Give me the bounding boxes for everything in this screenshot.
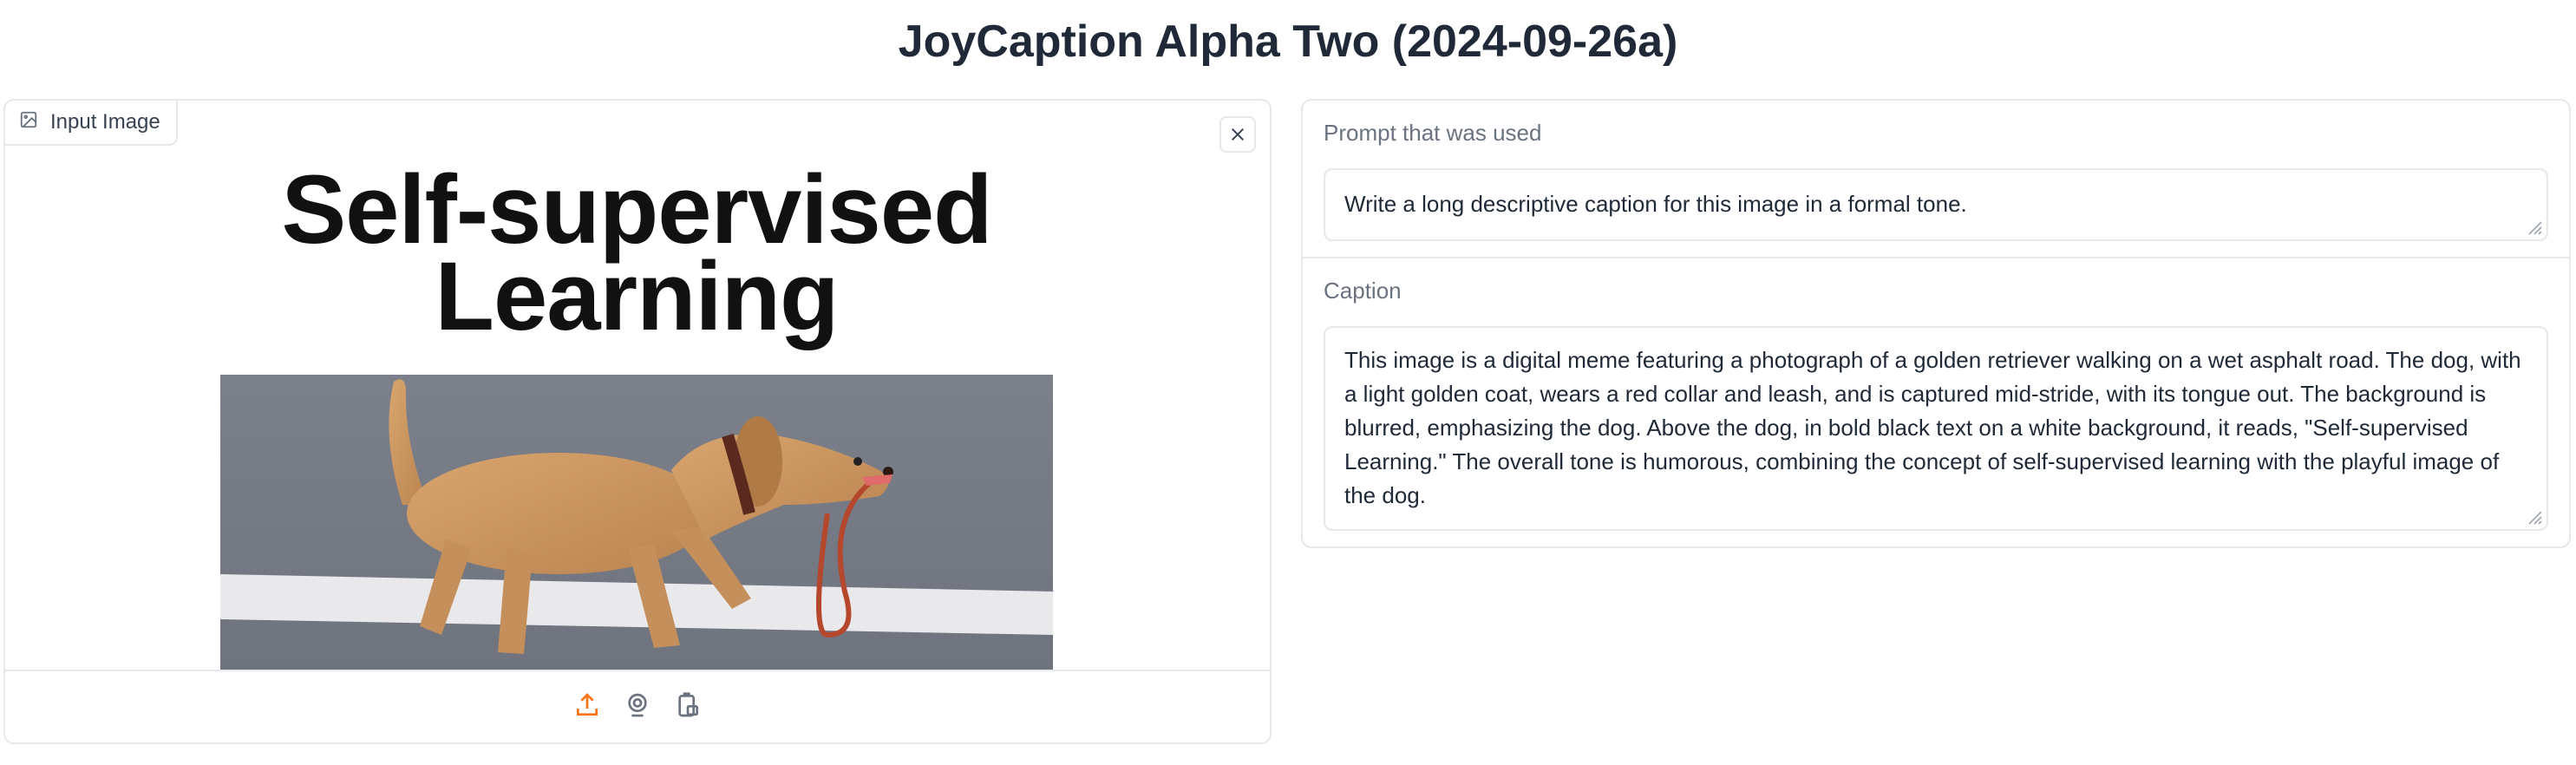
upload-button[interactable] (573, 691, 601, 723)
page-title: JoyCaption Alpha Two (2024-09-26a) (898, 16, 1678, 67)
prompt-textbox[interactable]: Write a long descriptive caption for thi… (1324, 168, 2548, 241)
output-panel: Prompt that was used Write a long descri… (1301, 99, 2571, 548)
caption-textbox[interactable]: This image is a digital meme featuring a… (1324, 326, 2548, 531)
prompt-label: Prompt that was used (1324, 120, 1542, 146)
prompt-section: Prompt that was used Write a long descri… (1303, 101, 2569, 258)
uploaded-image: Self-supervised Learning (220, 101, 1053, 673)
webcam-icon (628, 693, 647, 716)
input-image-panel: Input Image Self-supervised Learning (3, 99, 1272, 744)
caption-section: Caption This image is a digital meme fea… (1303, 258, 2569, 546)
resize-handle-icon[interactable] (2524, 507, 2543, 526)
webcam-button[interactable] (624, 691, 651, 723)
caption-text: This image is a digital meme featuring a… (1344, 347, 2521, 508)
clear-image-button[interactable] (1219, 116, 1256, 153)
meme-line-1: Self-supervised (281, 155, 992, 264)
paste-clipboard-icon (678, 691, 698, 716)
close-icon (1231, 128, 1245, 141)
input-image-label-text: Input Image (50, 110, 160, 134)
paste-clipboard-button[interactable] (674, 691, 702, 723)
input-image-label: Input Image (5, 101, 178, 146)
dog-photo (220, 375, 1053, 673)
image-source-toolbar (5, 670, 1270, 742)
caption-label: Caption (1324, 278, 1402, 304)
resize-handle-icon[interactable] (2524, 217, 2543, 236)
meme-line-2: Learning (435, 242, 840, 350)
image-icon (19, 110, 38, 135)
prompt-text: Write a long descriptive caption for thi… (1344, 191, 1967, 217)
upload-icon (577, 692, 598, 716)
meme-text: Self-supervised Learning (220, 155, 1053, 350)
